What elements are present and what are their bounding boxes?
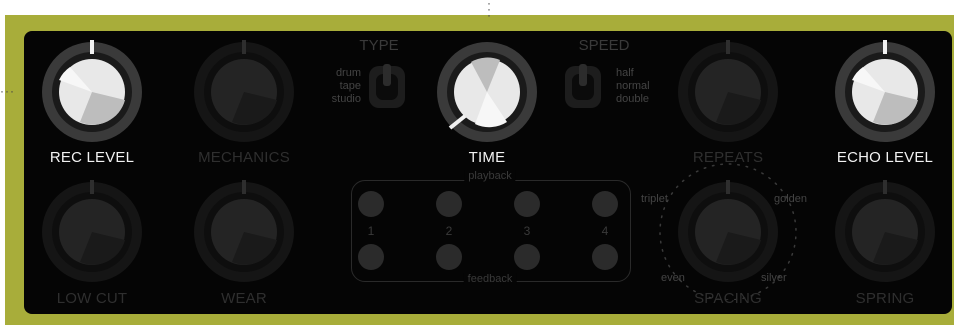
head-number-1: 1 [367, 224, 375, 238]
playback-head-2-button[interactable] [436, 191, 462, 217]
type-option-tape: tape [339, 80, 361, 92]
spacing-option-triplet: triplet [641, 193, 668, 205]
playback-head-1-button[interactable] [358, 191, 384, 217]
wear-label: WEAR [221, 290, 267, 307]
pedal-ui: · · · ··· playback feedback 1 2 3 4 REC … [0, 0, 954, 325]
speed-options: half normal double [616, 67, 666, 106]
speed-option-half: half [616, 67, 634, 79]
spacing-option-golden: golden [774, 193, 808, 205]
rec-level-knob[interactable] [40, 40, 144, 144]
playback-label: playback [464, 170, 516, 182]
spacing-option-even: even [661, 272, 685, 284]
repeats-knob[interactable] [676, 40, 780, 144]
type-option-studio: studio [331, 93, 361, 105]
type-options: drum tape studio [316, 67, 361, 106]
low-cut-knob[interactable] [40, 180, 144, 284]
type-toggle-switch[interactable] [367, 62, 407, 112]
heads-frame [351, 180, 631, 282]
speed-toggle-switch[interactable] [563, 62, 603, 112]
speed-option-normal: normal [616, 80, 650, 92]
spacing-option-silver: silver [761, 272, 787, 284]
spring-label: SPRING [855, 290, 915, 307]
speed-option-double: double [616, 93, 650, 105]
playback-head-4-button[interactable] [592, 191, 618, 217]
echo-level-knob[interactable] [833, 40, 937, 144]
spring-knob[interactable] [833, 180, 937, 284]
type-option-drum: drum [335, 67, 361, 79]
head-number-2: 2 [445, 224, 453, 238]
mechanics-knob[interactable] [192, 40, 296, 144]
feedback-label: feedback [463, 273, 517, 285]
head-number-4: 4 [601, 224, 609, 238]
mechanics-label: MECHANICS [198, 149, 290, 166]
speed-title: SPEED [578, 37, 630, 54]
spacing-label: SPACING [694, 290, 762, 307]
low-cut-label: LOW CUT [56, 290, 128, 307]
feedback-head-1-button[interactable] [358, 244, 384, 270]
top-drag-handle[interactable]: · · · [487, 0, 491, 21]
playback-head-3-button[interactable] [514, 191, 540, 217]
time-knob[interactable] [435, 40, 539, 144]
type-title: TYPE [359, 37, 399, 54]
feedback-head-2-button[interactable] [436, 244, 462, 270]
feedback-head-3-button[interactable] [514, 244, 540, 270]
wear-knob[interactable] [192, 180, 296, 284]
time-label: TIME [468, 149, 506, 166]
feedback-head-4-button[interactable] [592, 244, 618, 270]
repeats-label: REPEATS [692, 149, 764, 166]
rec-level-label: REC LEVEL [49, 149, 135, 166]
echo-level-label: ECHO LEVEL [836, 149, 934, 166]
head-number-3: 3 [523, 224, 531, 238]
left-drag-handle[interactable]: ··· [0, 85, 15, 97]
